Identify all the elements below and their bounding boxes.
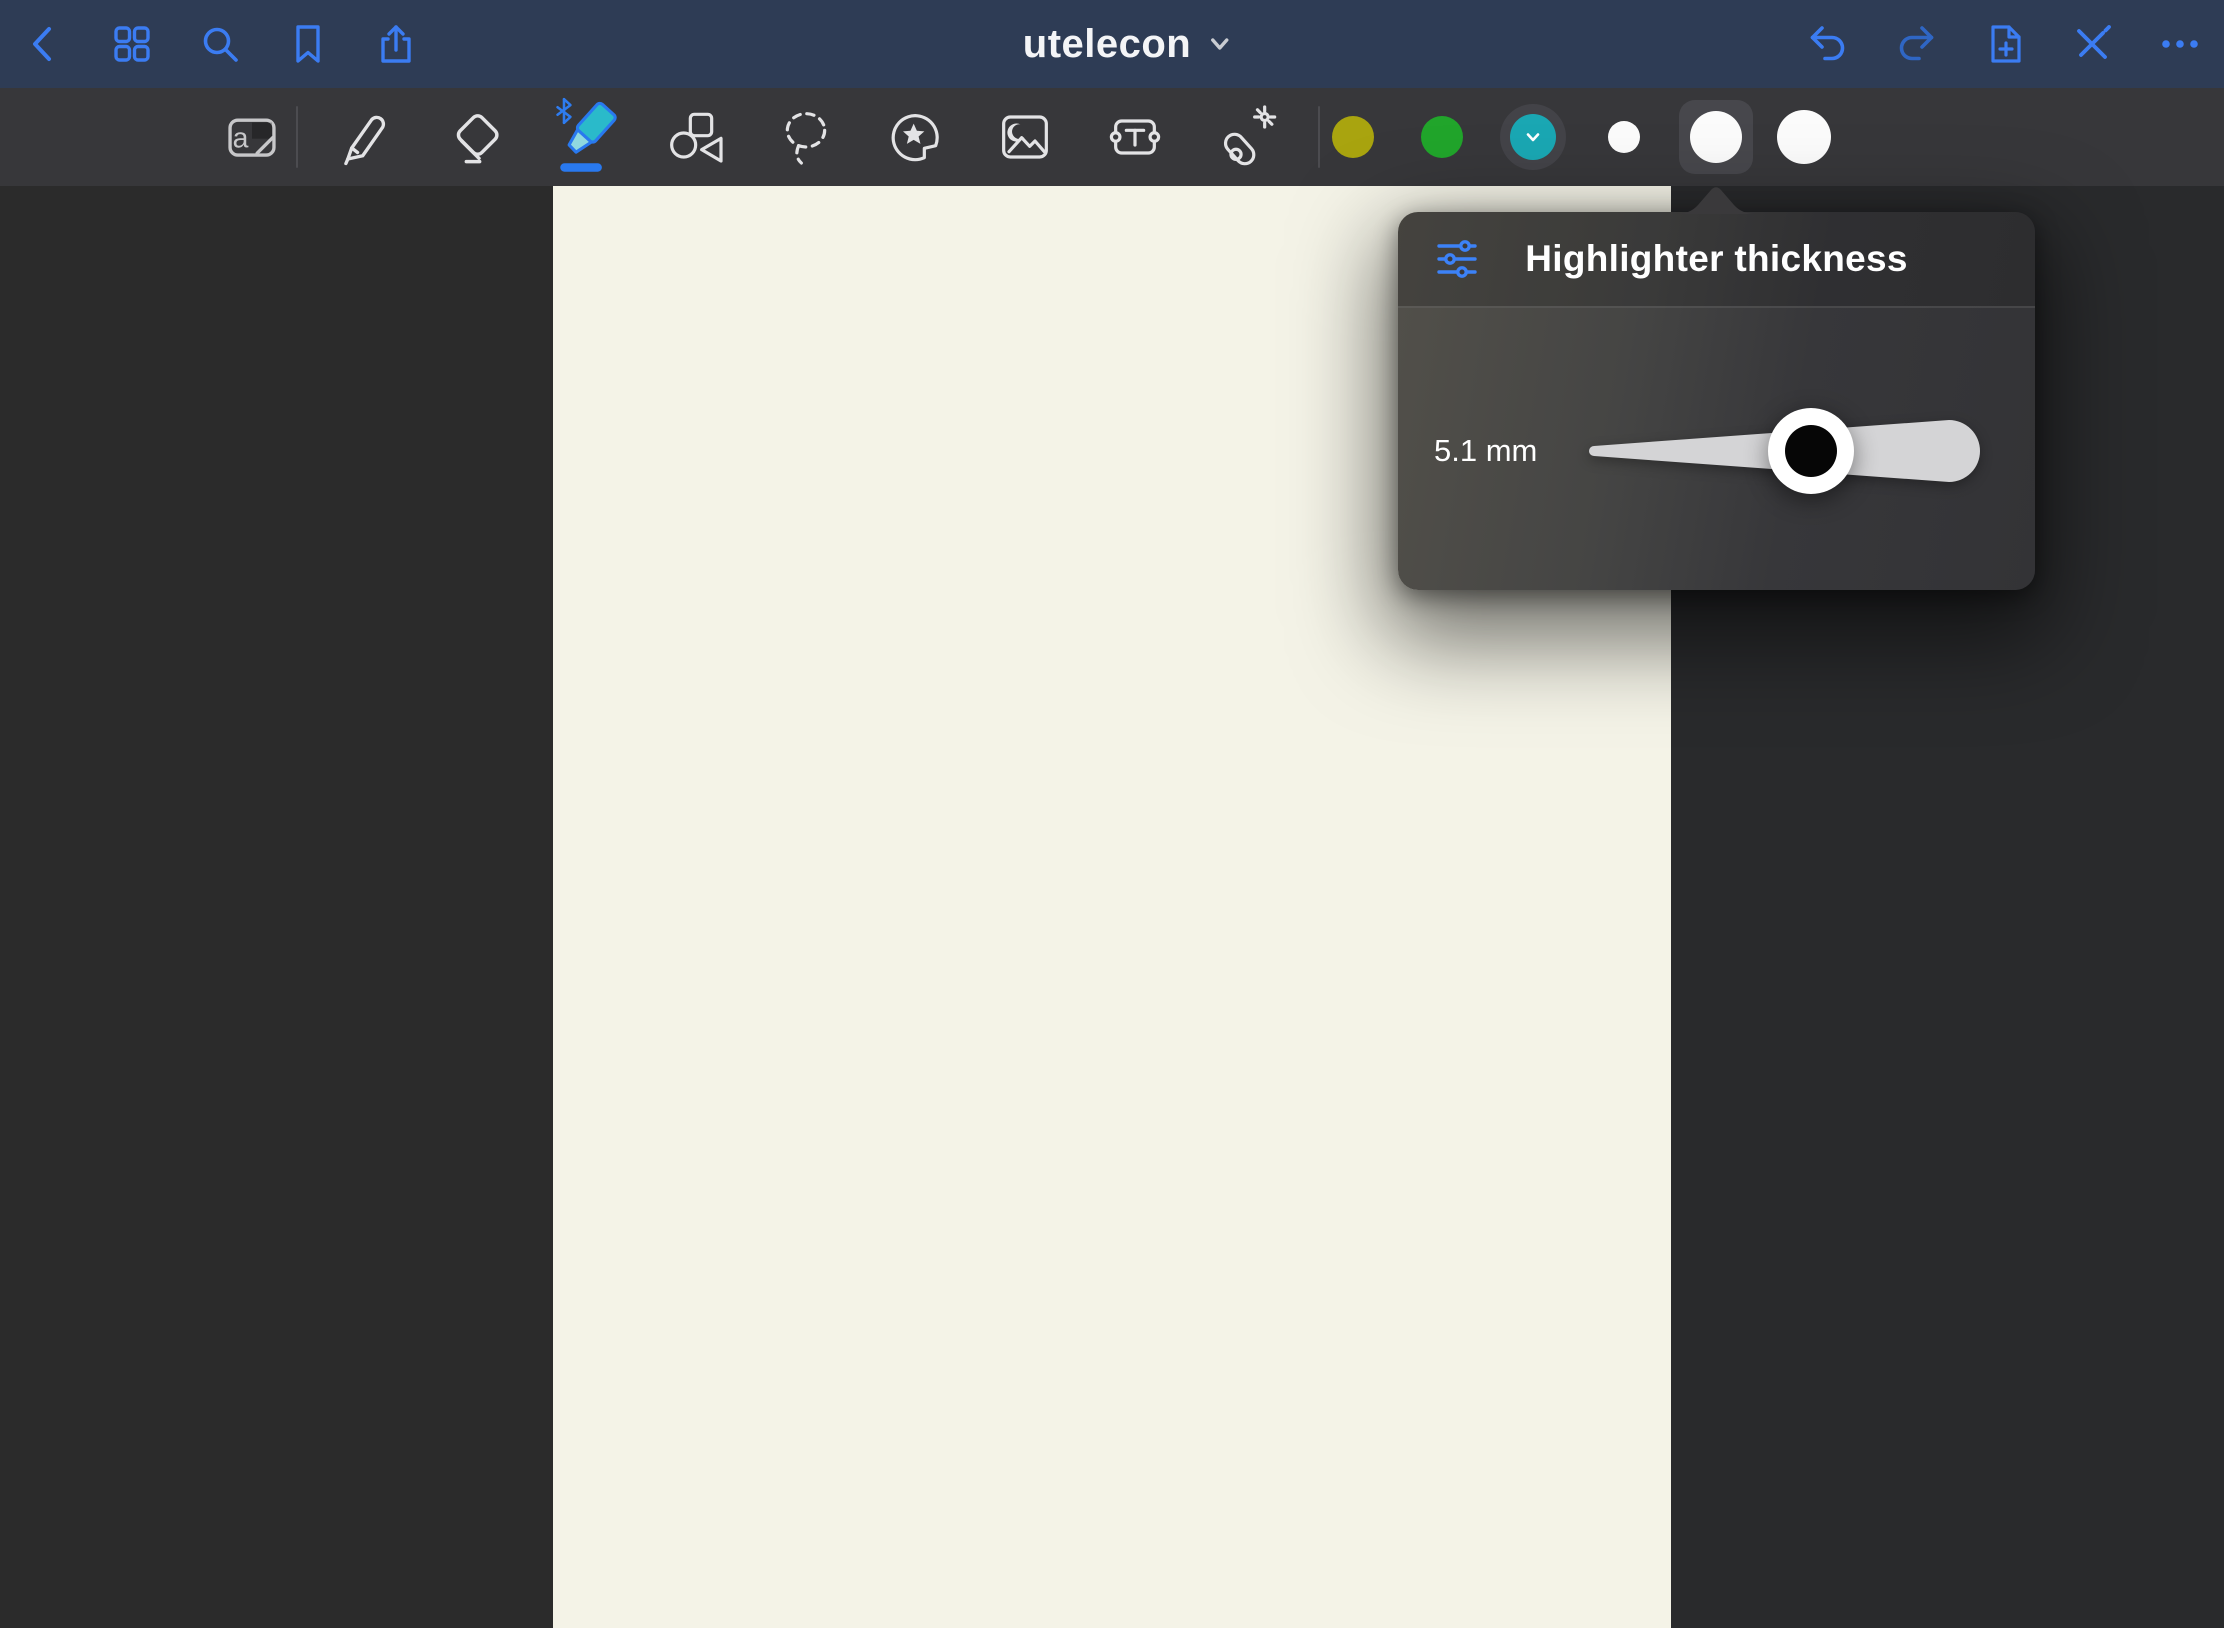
thickness-large-dot — [1777, 110, 1831, 164]
more-icon — [2158, 22, 2202, 66]
pen-icon — [333, 106, 395, 168]
pen-tool-button[interactable] — [323, 94, 405, 180]
thickness-preset-large[interactable] — [1777, 110, 1831, 164]
back-button[interactable] — [0, 0, 88, 88]
image-tool-button[interactable] — [984, 94, 1066, 180]
shapes-icon — [665, 105, 729, 169]
eraser-icon — [445, 105, 509, 169]
bookmarks-button[interactable] — [264, 0, 352, 88]
text-tool-button[interactable] — [1094, 94, 1176, 180]
more-button[interactable] — [2136, 0, 2224, 88]
notebook-title-button[interactable]: utelecon — [1023, 0, 1233, 88]
bluetooth-icon — [553, 96, 575, 129]
top-navbar: utelecon — [0, 0, 2224, 88]
back-icon — [22, 22, 66, 66]
shapes-tool-button[interactable] — [656, 94, 738, 180]
thickness-preset-small[interactable] — [1608, 121, 1640, 153]
image-icon — [993, 105, 1057, 169]
popover-body: 5.1 mm — [1398, 308, 2035, 590]
highlighter-tool-button[interactable] — [547, 94, 629, 180]
navbar-left-group — [0, 0, 440, 88]
color-swatch-yellow[interactable] — [1332, 116, 1374, 158]
add-page-button[interactable] — [1960, 0, 2048, 88]
tool-toolbar: a — [0, 88, 2224, 186]
swatch-chevron-down-icon — [1523, 127, 1543, 147]
notebook-title: utelecon — [1023, 22, 1191, 67]
thickness-slider[interactable] — [1398, 308, 2035, 590]
search-icon — [198, 22, 242, 66]
pages-overview-icon — [110, 22, 154, 66]
stylus-cross-icon — [2070, 22, 2114, 66]
popover-title: Highlighter thickness — [1398, 212, 2035, 306]
bookmark-icon — [286, 22, 330, 66]
chevron-down-icon — [1207, 31, 1233, 57]
search-button[interactable] — [176, 0, 264, 88]
color-divider — [1318, 106, 1320, 168]
add-page-icon — [1982, 22, 2026, 66]
pages-overview-button[interactable] — [88, 0, 176, 88]
slider-knob[interactable] — [1768, 408, 1854, 494]
zoom-window-tool-button[interactable]: a — [211, 94, 293, 180]
undo-icon — [1806, 22, 1850, 66]
eraser-tool-button[interactable] — [436, 94, 518, 180]
share-icon — [374, 22, 418, 66]
thickness-medium-dot — [1690, 111, 1742, 163]
text-tool-icon — [1103, 105, 1167, 169]
popover-arrow — [1676, 186, 1756, 214]
svg-text:a: a — [233, 122, 249, 154]
popover-header: Highlighter thickness — [1398, 212, 2035, 308]
laser-pointer-icon — [1214, 105, 1278, 169]
color-swatch-green[interactable] — [1421, 116, 1463, 158]
zoom-window-icon: a — [221, 106, 283, 168]
screen: { "navbar": { "title": "utelecon", "back… — [0, 0, 2224, 1628]
stylus-cross-button[interactable] — [2048, 0, 2136, 88]
thickness-preset-medium-selected[interactable] — [1679, 100, 1753, 174]
stickers-tool-button[interactable] — [874, 94, 956, 180]
navbar-right-group — [1784, 0, 2224, 88]
toolbar-divider — [296, 106, 298, 168]
sticker-icon — [883, 105, 947, 169]
redo-button[interactable] — [1872, 0, 1960, 88]
undo-button[interactable] — [1784, 0, 1872, 88]
thickness-small-dot — [1608, 121, 1640, 153]
laser-pointer-tool-button[interactable] — [1205, 94, 1287, 180]
redo-icon — [1894, 22, 1938, 66]
lasso-tool-button[interactable] — [765, 94, 847, 180]
color-swatch-teal-selected[interactable] — [1500, 104, 1566, 170]
share-button[interactable] — [352, 0, 440, 88]
selected-color-ring — [1500, 104, 1566, 170]
highlighter-thickness-popover: Highlighter thickness 5.1 mm — [1398, 212, 2035, 590]
lasso-icon — [774, 105, 838, 169]
